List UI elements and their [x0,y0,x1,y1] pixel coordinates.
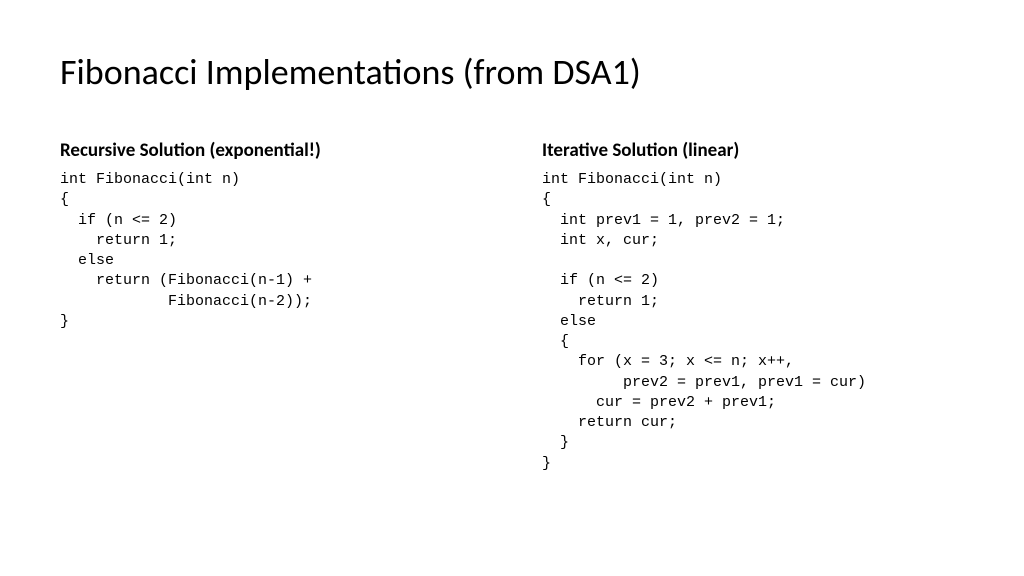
slide-title: Fibonacci Implementations (from DSA1) [60,50,964,94]
left-heading: Recursive Solution (exponential!) [60,139,482,162]
left-code: int Fibonacci(int n) { if (n <= 2) retur… [60,170,482,332]
right-heading: Iterative Solution (linear) [542,139,964,162]
content-columns: Recursive Solution (exponential!) int Fi… [60,139,964,474]
right-column: Iterative Solution (linear) int Fibonacc… [542,139,964,474]
left-column: Recursive Solution (exponential!) int Fi… [60,139,482,474]
right-code: int Fibonacci(int n) { int prev1 = 1, pr… [542,170,964,474]
